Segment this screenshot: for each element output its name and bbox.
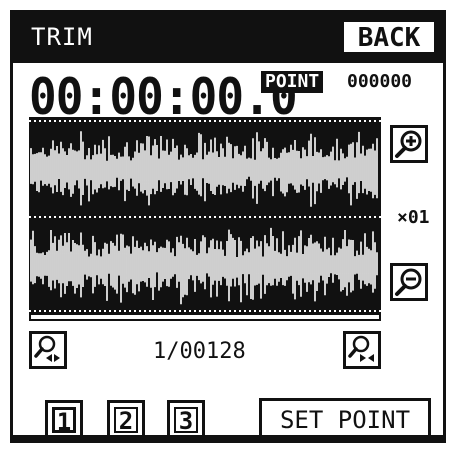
- title-bar: TRIM BACK: [13, 13, 443, 63]
- zoom-to-start-icon: [34, 335, 60, 362]
- trim-screen: TRIM BACK 00:00:00.0 POINT 000000 ×01 1/…: [10, 10, 446, 443]
- track-label: 3: [174, 407, 198, 433]
- zoom-in-button[interactable]: [390, 125, 428, 163]
- point-value: 000000: [347, 71, 413, 92]
- point-label: POINT: [261, 71, 324, 93]
- zoom-fit-button[interactable]: [343, 331, 381, 369]
- waveform-channel: [30, 227, 378, 305]
- bottom-border: [13, 435, 443, 440]
- zoom-in-icon: [395, 130, 422, 158]
- set-point-button[interactable]: SET POINT: [259, 398, 431, 440]
- track-label: 2: [114, 407, 138, 433]
- screen-title: TRIM: [31, 23, 93, 51]
- waveform-graphic: [29, 120, 381, 312]
- track-label: 1: [52, 407, 76, 434]
- zoom-to-start-button[interactable]: [29, 331, 67, 369]
- page-indicator: 1/00128: [153, 339, 246, 364]
- zoom-level: ×01: [397, 207, 430, 228]
- track-2-button[interactable]: 2: [107, 400, 145, 440]
- track-3-button[interactable]: 3: [167, 400, 205, 440]
- zoom-fit-icon: [348, 335, 374, 362]
- back-button[interactable]: BACK: [341, 19, 437, 55]
- waveform-channel: [30, 131, 378, 207]
- zoom-out-icon: [395, 268, 422, 296]
- track-1-button[interactable]: 1: [45, 400, 83, 440]
- scrollbar-thumb[interactable]: [31, 315, 379, 319]
- zoom-out-button[interactable]: [390, 263, 428, 301]
- waveform-scrollbar[interactable]: [29, 313, 381, 321]
- waveform-display[interactable]: [29, 117, 381, 315]
